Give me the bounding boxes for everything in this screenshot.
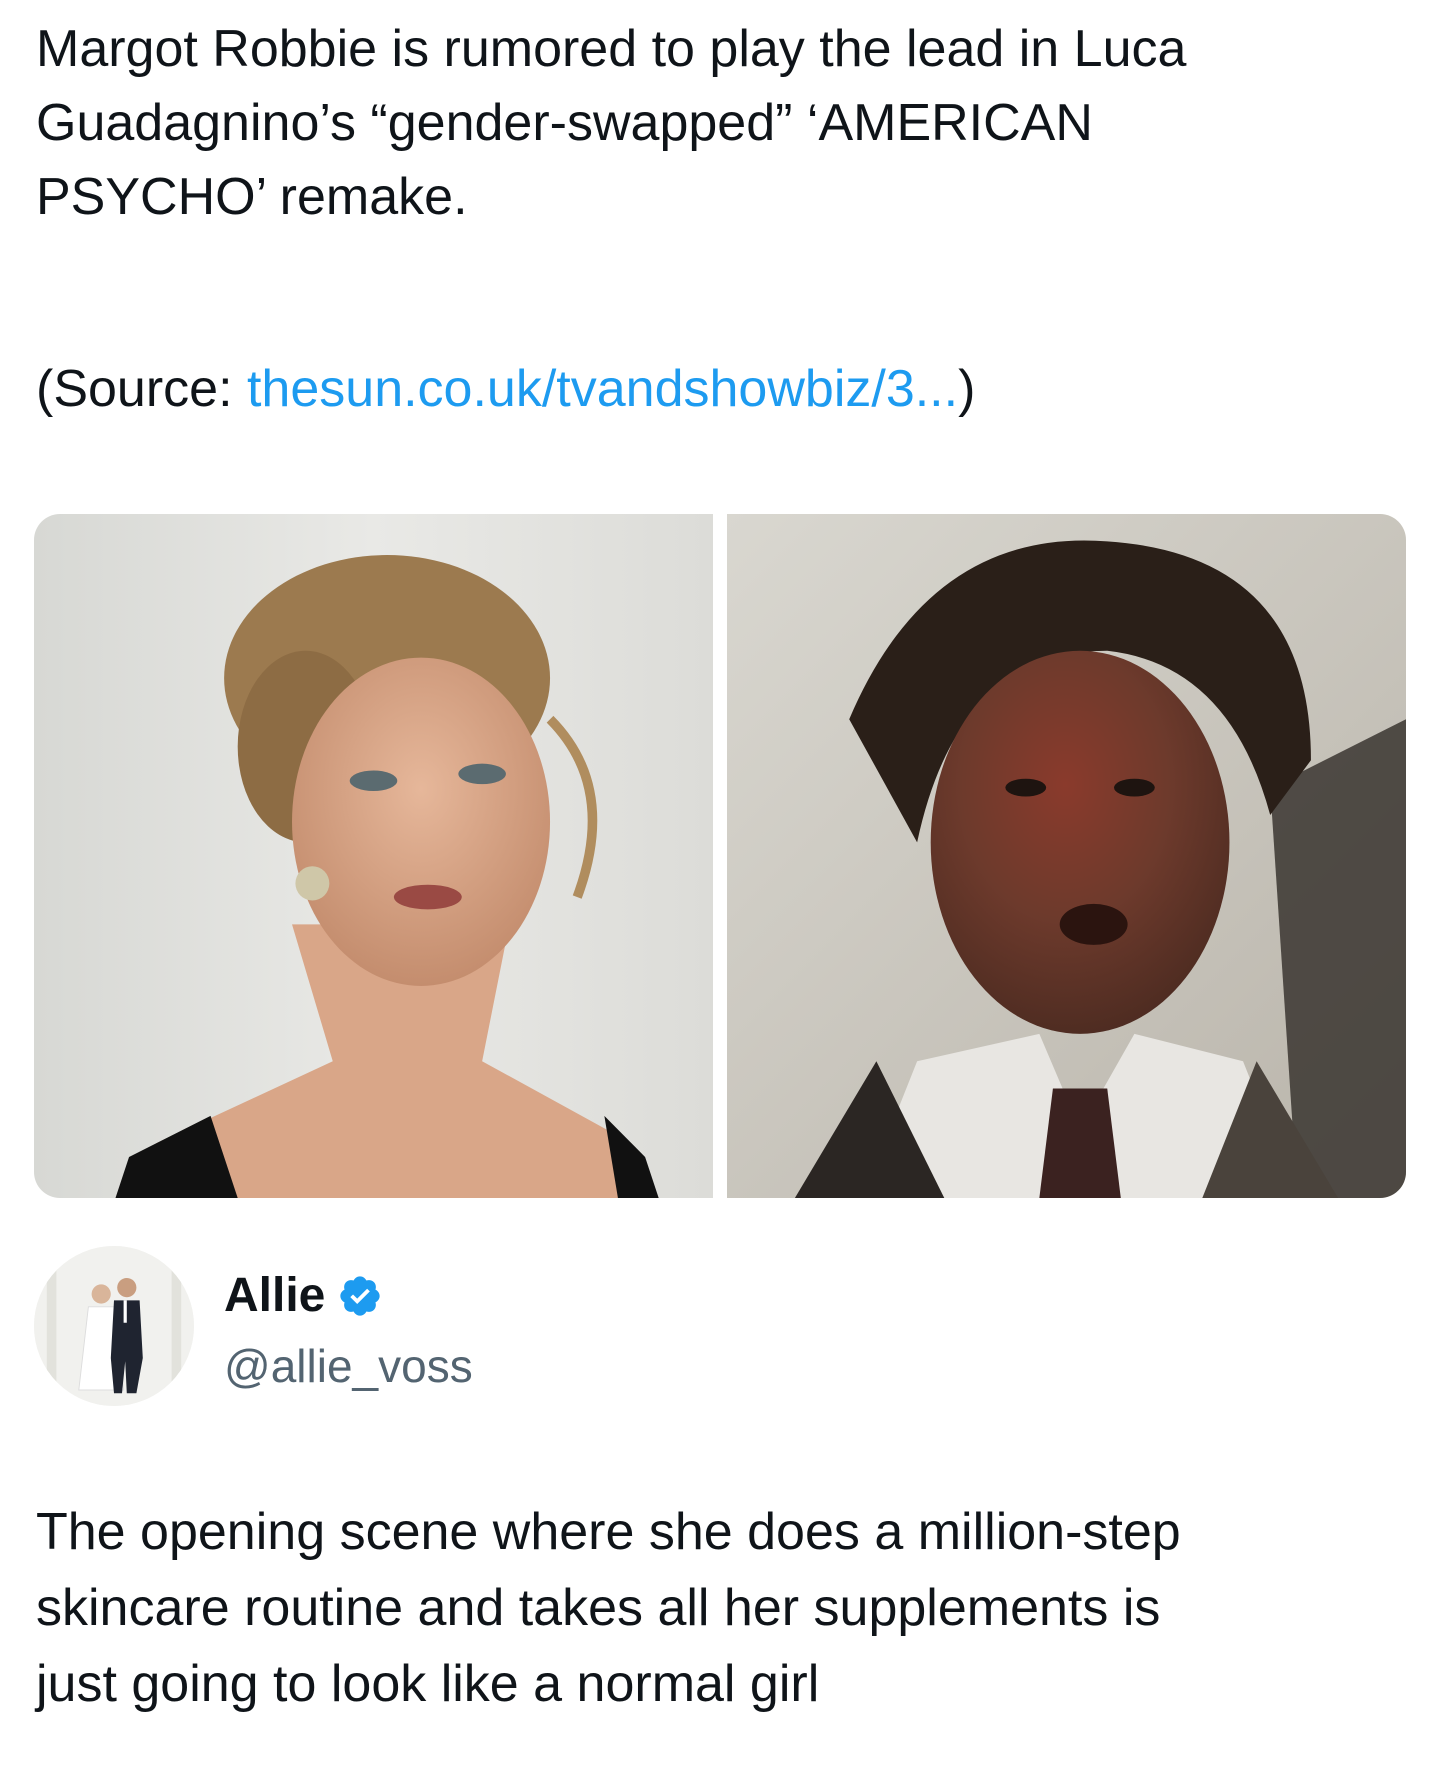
reply-text: The opening scene where she does a milli… — [36, 1503, 1181, 1713]
media-grid — [34, 514, 1406, 1198]
verified-badge-icon — [337, 1273, 383, 1319]
source-suffix: ) — [958, 360, 976, 418]
source-prefix: (Source: — [36, 360, 247, 418]
wedding-couple-avatar-icon — [34, 1246, 194, 1406]
media-photo-woman[interactable] — [34, 514, 713, 1198]
photo-man-bloodied-face-icon — [727, 514, 1406, 1198]
source-link[interactable]: thesun.co.uk/tvandshowbiz/3... — [247, 360, 958, 418]
avatar[interactable] — [34, 1246, 194, 1406]
author-name[interactable]: Allie — [224, 1266, 383, 1326]
photo-woman-portrait-icon — [34, 514, 713, 1198]
author-handle[interactable]: @allie_voss — [224, 1338, 473, 1394]
reply-author: Allie @allie_voss — [34, 1246, 834, 1406]
author-name-label: Allie — [224, 1269, 326, 1322]
quoted-tweet-text: Margot Robbie is rumored to play the lea… — [36, 20, 1187, 226]
media-photo-man[interactable] — [727, 514, 1406, 1198]
source-line: (Source: thesun.co.uk/tvandshowbiz/3...) — [36, 352, 975, 426]
